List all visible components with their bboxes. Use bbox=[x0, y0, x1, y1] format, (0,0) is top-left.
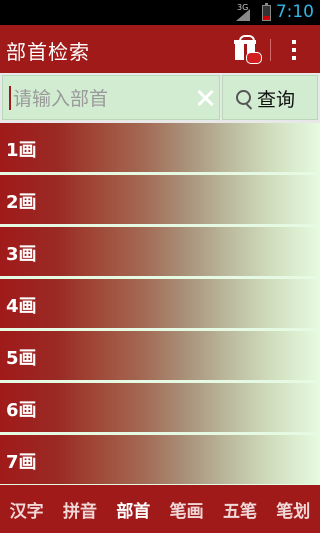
status-bar: 3G 7:10 bbox=[0, 0, 320, 25]
list-item-6-strokes[interactable]: 6画 bbox=[0, 383, 320, 435]
page-title: 部首检索 bbox=[6, 40, 90, 64]
tab-radical[interactable]: 部首 bbox=[107, 497, 160, 522]
tab-strokes[interactable]: 笔画 bbox=[160, 497, 213, 522]
query-button[interactable]: 查询 bbox=[222, 75, 318, 120]
list-item-4-strokes[interactable]: 4画 bbox=[0, 279, 320, 331]
tab-stroke-order[interactable]: 笔划 bbox=[267, 497, 320, 522]
stroke-label: 2画 bbox=[6, 192, 37, 213]
bottom-tab-bar: 汉字 拼音 部首 笔画 五笔 笔划 bbox=[0, 485, 320, 533]
gift-icon[interactable] bbox=[234, 35, 262, 64]
clear-icon[interactable] bbox=[195, 88, 215, 108]
stroke-label: 1画 bbox=[6, 140, 37, 161]
list-item-2-strokes[interactable]: 2画 bbox=[0, 175, 320, 227]
radical-search-input[interactable] bbox=[11, 82, 190, 116]
stroke-label: 4画 bbox=[6, 296, 37, 317]
search-box bbox=[2, 75, 220, 120]
search-icon bbox=[236, 90, 251, 105]
action-bar-divider bbox=[270, 39, 271, 61]
stroke-count-list: 1画 2画 3画 4画 5画 6画 7画 bbox=[0, 123, 320, 485]
list-item-7-strokes[interactable]: 7画 bbox=[0, 435, 320, 485]
overflow-menu-icon[interactable] bbox=[284, 37, 304, 63]
signal-icon bbox=[236, 9, 250, 21]
stroke-label: 7画 bbox=[6, 452, 37, 473]
query-button-label: 查询 bbox=[257, 89, 296, 111]
tab-pinyin[interactable]: 拼音 bbox=[53, 497, 106, 522]
tab-hanzi[interactable]: 汉字 bbox=[0, 497, 53, 522]
stroke-label: 6画 bbox=[6, 400, 37, 421]
list-item-3-strokes[interactable]: 3画 bbox=[0, 227, 320, 279]
battery-icon bbox=[262, 3, 271, 21]
list-item-5-strokes[interactable]: 5画 bbox=[0, 331, 320, 383]
tab-wubi[interactable]: 五笔 bbox=[213, 497, 266, 522]
stroke-label: 5画 bbox=[6, 348, 37, 369]
search-row: 查询 bbox=[0, 73, 320, 123]
action-bar: 部首检索 bbox=[0, 25, 320, 73]
stroke-label: 3画 bbox=[6, 244, 37, 265]
status-clock: 7:10 bbox=[275, 2, 314, 22]
list-item-1-stroke[interactable]: 1画 bbox=[0, 123, 320, 175]
